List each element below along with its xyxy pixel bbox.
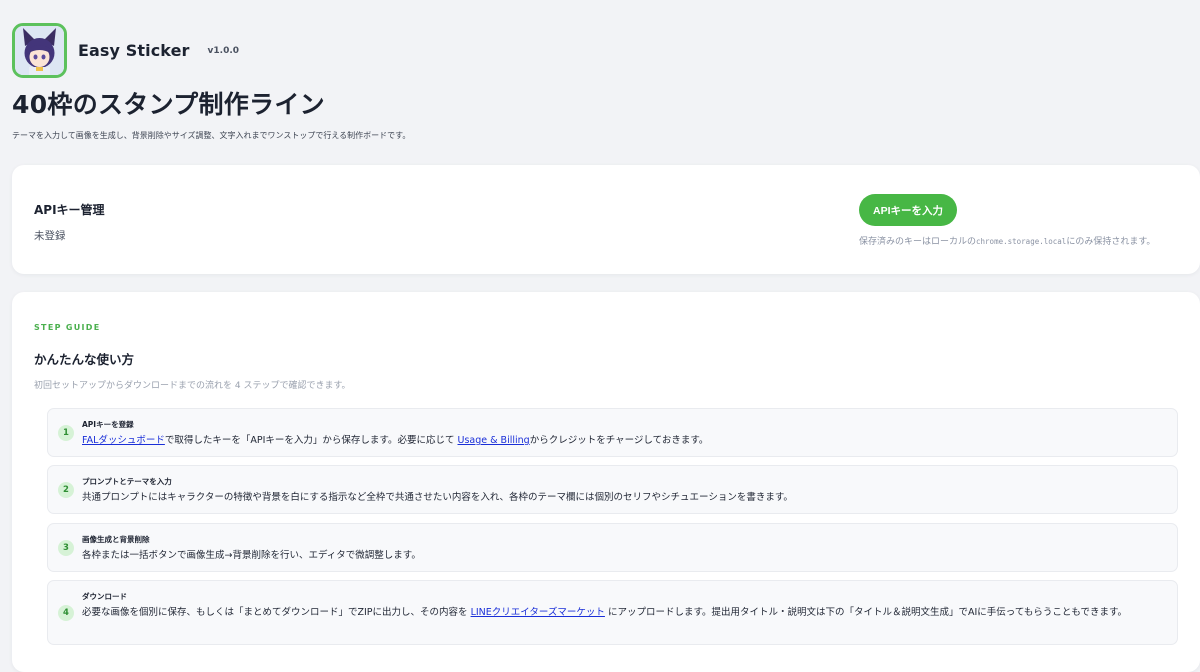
cat-girl-avatar-icon xyxy=(12,23,67,78)
api-note-text-before: 保存済みのキーはローカルの xyxy=(859,237,977,247)
page-subtitle: テーマを入力して画像を生成し、背景削除やサイズ調整、文字入れまでワンストップで行… xyxy=(12,131,411,140)
step-number: 4 xyxy=(58,605,74,621)
step-text-part: にアップロードします。提出用タイトル・説明文は下の「タイトル＆説明文生成」でAI… xyxy=(604,607,1128,618)
usage-billing-link[interactable]: Usage & Billing xyxy=(458,435,530,446)
line-creators-market-link[interactable]: LINEクリエイターズマーケット xyxy=(471,607,605,618)
step-item-1: 1 APIキーを登録 FALダッシュボードで取得したキーを「APIキーを入力」か… xyxy=(47,408,1178,457)
step-item-4: 4 ダウンロード 必要な画像を個別に保存、もしくは「まとめてダウンロード」でZI… xyxy=(47,580,1178,645)
fal-dashboard-link[interactable]: FALダッシュボード xyxy=(82,435,165,446)
api-key-note: 保存済みのキーはローカルのchrome.storage.localにのみ保持され… xyxy=(859,234,1155,247)
app-header: Easy Sticker v1.0.0 xyxy=(12,23,239,78)
step-title: ダウンロード xyxy=(82,592,127,601)
step-guide-title: かんたんな使い方 xyxy=(34,352,135,367)
api-key-card: APIキー管理 未登録 APIキーを入力 保存済みのキーはローカルのchrome… xyxy=(12,165,1200,274)
step-number: 1 xyxy=(58,425,74,441)
version-label: v1.0.0 xyxy=(207,46,240,56)
step-text-part: からクレジットをチャージしておきます。 xyxy=(529,435,709,446)
step-title: プロンプトとテーマを入力 xyxy=(82,477,172,486)
step-title: 画像生成と背景削除 xyxy=(82,535,150,544)
api-key-title: APIキー管理 xyxy=(34,203,105,217)
step-text-part: で取得したキーを「APIキーを入力」から保存します。必要に応じて xyxy=(164,435,458,446)
step-item-3: 3 画像生成と背景削除 各枠または一括ボタンで画像生成→背景削除を行い、エディタ… xyxy=(47,523,1178,572)
step-guide-card: STEP GUIDE かんたんな使い方 初回セットアップからダウンロードまでの流… xyxy=(12,292,1200,672)
page-title: 40枠のスタンプ制作ライン xyxy=(12,90,325,119)
step-number: 2 xyxy=(58,482,74,498)
step-item-2: 2 プロンプトとテーマを入力 共通プロンプトにはキャラクターの特徴や背景を白にす… xyxy=(47,465,1178,514)
step-number: 3 xyxy=(58,540,74,556)
storage-code: chrome.storage.local xyxy=(976,237,1067,246)
step-guide-label: STEP GUIDE xyxy=(34,323,101,332)
api-key-status: 未登録 xyxy=(34,230,66,242)
step-title: APIキーを登録 xyxy=(82,420,134,429)
step-text: 必要な画像を個別に保存、もしくは「まとめてダウンロード」でZIPに出力し、その内… xyxy=(82,605,1163,621)
step-text: FALダッシュボードで取得したキーを「APIキーを入力」から保存します。必要に応… xyxy=(82,433,1163,449)
api-note-text-after: にのみ保持されます。 xyxy=(1066,237,1156,247)
step-text: 共通プロンプトにはキャラクターの特徴や背景を白にする指示など全枠で共通させたい内… xyxy=(82,492,793,503)
step-guide-description: 初回セットアップからダウンロードまでの流れを 4 ステップで確認できます。 xyxy=(34,381,351,391)
app-name: Easy Sticker xyxy=(78,41,190,60)
step-text: 各枠または一括ボタンで画像生成→背景削除を行い、エディタで微調整します。 xyxy=(82,550,421,561)
enter-api-key-button[interactable]: APIキーを入力 xyxy=(859,194,957,226)
step-text-part: 必要な画像を個別に保存、もしくは「まとめてダウンロード」でZIPに出力し、その内… xyxy=(82,607,471,618)
